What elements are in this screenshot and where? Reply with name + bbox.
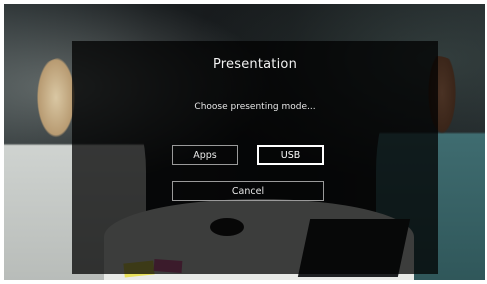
dialog-title: Presentation bbox=[212, 57, 298, 72]
display-screen: Presentation Choose presenting mode... A… bbox=[4, 4, 485, 280]
presentation-dialog: Presentation Choose presenting mode... A… bbox=[72, 41, 438, 274]
usb-button[interactable]: USB bbox=[257, 145, 324, 165]
apps-button[interactable]: Apps bbox=[172, 145, 238, 165]
dialog-prompt: Choose presenting mode... bbox=[194, 102, 316, 112]
cancel-button[interactable]: Cancel bbox=[172, 181, 324, 201]
